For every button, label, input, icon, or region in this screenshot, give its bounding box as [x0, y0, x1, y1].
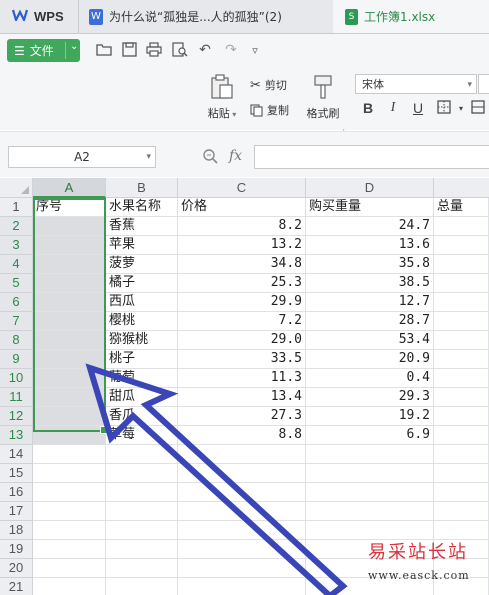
watermark: 易采站长站 www.easck.com [368, 538, 470, 582]
formula-input[interactable] [254, 145, 489, 169]
file-menu-button[interactable]: ☰ 文件 ⌄ [7, 39, 80, 62]
format-painter-label: 格式刷 [306, 107, 340, 120]
formula-bar: A2 ▾ fx [0, 131, 489, 177]
tab-workbook[interactable]: S 工作簿1.xlsx [333, 0, 489, 33]
format-painter-button[interactable]: 格式刷 [302, 74, 344, 121]
italic-icon[interactable]: I [384, 100, 402, 116]
copy-label: 复制 [267, 104, 289, 117]
tab-document[interactable]: W 为什么说“孤独是...人的孤独”(2) [79, 0, 334, 33]
spreadsheet-grid: A B C D 1 序号 水果名称 价格 购买重量 总量 2 香蕉 8.2 24.7 3 苹果 13.2… [0, 178, 489, 595]
chevron-down-icon: ▾ [146, 152, 151, 162]
fx-icon[interactable]: fx [229, 148, 242, 164]
customize-quick-access-icon[interactable]: ▿ [246, 44, 264, 57]
copy-button[interactable]: 复制 [250, 102, 289, 118]
spreadsheet-icon: S [345, 8, 358, 25]
borders-icon[interactable] [435, 100, 453, 118]
redo-icon[interactable]: ↷ [222, 42, 240, 58]
bold-icon[interactable]: B [359, 100, 377, 116]
cut-button[interactable]: ✂ 剪切 [250, 77, 287, 93]
tab-workbook-label: 工作簿1.xlsx [364, 10, 436, 24]
chevron-down-icon[interactable]: ⌄ [70, 41, 78, 52]
chevron-down-icon: ▾ [467, 80, 472, 90]
name-box[interactable]: A2 ▾ [8, 146, 156, 168]
word-doc-icon: W [89, 8, 103, 25]
title-tab-bar: WPS W 为什么说“孤独是...人的孤独”(2) S 工作簿1.xlsx [0, 0, 489, 34]
paste-icon [211, 74, 233, 99]
print-icon[interactable] [145, 42, 163, 61]
zoom-search-icon[interactable] [202, 148, 218, 168]
wps-logo-icon [11, 9, 29, 24]
file-menu-label: 文件 [29, 44, 54, 58]
ribbon: ☰ 文件 ⌄ ↶ ↷ ▿ 粘贴 ▾ ✂ 剪切 复制 格式刷 ⌟ 宋体 ▾ B I… [0, 34, 489, 133]
fill-color-icon[interactable] [470, 100, 488, 118]
scissors-icon: ✂ [250, 77, 261, 93]
chevron-down-icon[interactable]: ▾ [452, 104, 470, 113]
save-icon[interactable] [120, 42, 138, 61]
font-name-select[interactable]: 宋体 ▾ [355, 74, 477, 94]
tab-wps-home[interactable]: WPS [0, 0, 79, 33]
arrow-outline [85, 363, 348, 595]
undo-icon[interactable]: ↶ [196, 42, 214, 58]
name-box-value: A2 [74, 150, 90, 164]
font-name-value: 宋体 [362, 78, 384, 91]
hamburger-icon: ☰ [14, 43, 25, 58]
watermark-title: 易采站长站 [368, 542, 468, 563]
cut-label: 剪切 [264, 79, 287, 92]
paste-button[interactable]: 粘贴 ▾ [204, 74, 240, 121]
watermark-url: www.easck.com [368, 569, 470, 582]
tab-document-label: 为什么说“孤独是...人的孤独”(2) [109, 10, 282, 24]
font-size-select[interactable] [478, 74, 489, 94]
print-preview-icon[interactable] [171, 42, 189, 61]
format-painter-icon [314, 75, 332, 99]
open-folder-icon[interactable] [95, 42, 113, 60]
underline-icon[interactable]: U [409, 100, 427, 116]
tab-wps-label: WPS [34, 9, 64, 24]
file-button-divider [65, 42, 66, 59]
copy-icon [250, 103, 263, 117]
paste-label: 粘贴 [207, 107, 230, 120]
annotation-arrow [85, 363, 348, 595]
